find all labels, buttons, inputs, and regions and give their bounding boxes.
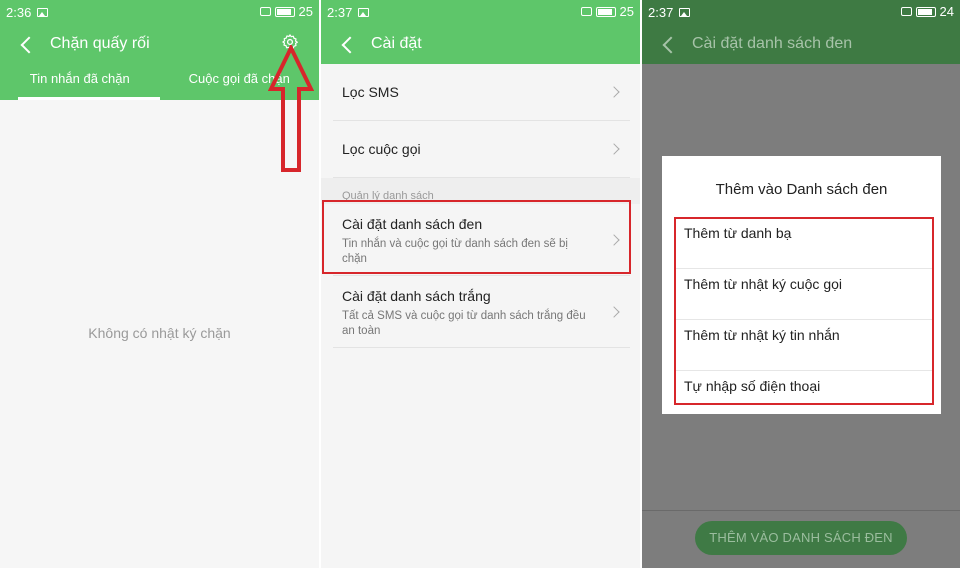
red-highlight-box (322, 200, 631, 274)
page-title: Cài đặt (371, 35, 422, 52)
empty-state-message: Không có nhật ký chặn (88, 325, 231, 341)
image-notification-icon (679, 7, 691, 17)
add-to-blacklist-dialog: Thêm vào Danh sách đen Thêm từ danh bạ T… (662, 156, 941, 414)
battery-icon (595, 6, 616, 17)
battery-icon (915, 6, 936, 17)
status-bar: 2:37 25 (321, 0, 640, 24)
status-bar: 2:37 24 (642, 0, 960, 24)
image-notification-icon (37, 7, 49, 17)
page-title: Cài đặt danh sách đen (692, 35, 853, 52)
dialog-title: Thêm vào Danh sách đen (715, 181, 888, 198)
image-notification-icon (358, 7, 370, 17)
add-to-blacklist-button[interactable]: THÊM VÀO DANH SÁCH ĐEN (695, 521, 907, 555)
red-highlight-box (674, 217, 934, 405)
sim-icon (259, 7, 271, 16)
tab-blocked-messages[interactable]: Tin nhắn đã chặn (0, 64, 160, 100)
sms-filter-label: Lọc SMS (342, 84, 399, 100)
chevron-right-icon (608, 86, 620, 98)
blacklist-screen: 2:37 24 Cài đặt danh sách đen THÊM VÀO D… (642, 0, 960, 568)
back-arrow-icon[interactable] (341, 37, 355, 51)
app-bar: Cài đặt (321, 24, 640, 64)
app-bar: Cài đặt danh sách đen (642, 24, 960, 64)
battery-icon (274, 6, 295, 17)
chevron-right-icon (608, 143, 620, 155)
bottom-bar: THÊM VÀO DANH SÁCH ĐEN (642, 510, 960, 568)
status-time: 2:37 (648, 4, 674, 20)
battery-level: 25 (619, 4, 634, 19)
whitelist-label: Cài đặt danh sách trắng (342, 288, 491, 304)
back-arrow-icon[interactable] (20, 37, 34, 51)
back-arrow-icon[interactable] (662, 37, 676, 51)
status-time: 2:37 (327, 4, 353, 20)
call-filter-label: Lọc cuộc gọi (342, 141, 421, 157)
call-filter-item[interactable]: Lọc cuộc gọi (333, 121, 630, 178)
settings-screen: 2:37 25 Cài đặt Lọc SMS Lọc cuộc gọi Quả… (321, 0, 640, 568)
blocking-screen: 2:36 25 Chặn quấy rối Tin nhắn đã chặn C… (0, 0, 319, 568)
sim-icon (900, 7, 912, 16)
whitelist-settings-item[interactable]: Cài đặt danh sách trắng Tất cả SMS và cu… (333, 276, 630, 348)
battery-level: 24 (939, 4, 954, 19)
status-bar: 2:36 25 (0, 0, 319, 24)
page-title: Chặn quấy rối (50, 35, 150, 52)
whitelist-description: Tất cả SMS và cuộc gọi từ danh sách trắn… (342, 310, 586, 337)
sms-filter-item[interactable]: Lọc SMS (333, 64, 630, 121)
chevron-right-icon (608, 306, 620, 318)
status-time: 2:36 (6, 4, 32, 20)
red-arrow-annotation (268, 45, 314, 172)
sim-icon (580, 7, 592, 16)
battery-level: 25 (298, 4, 313, 19)
